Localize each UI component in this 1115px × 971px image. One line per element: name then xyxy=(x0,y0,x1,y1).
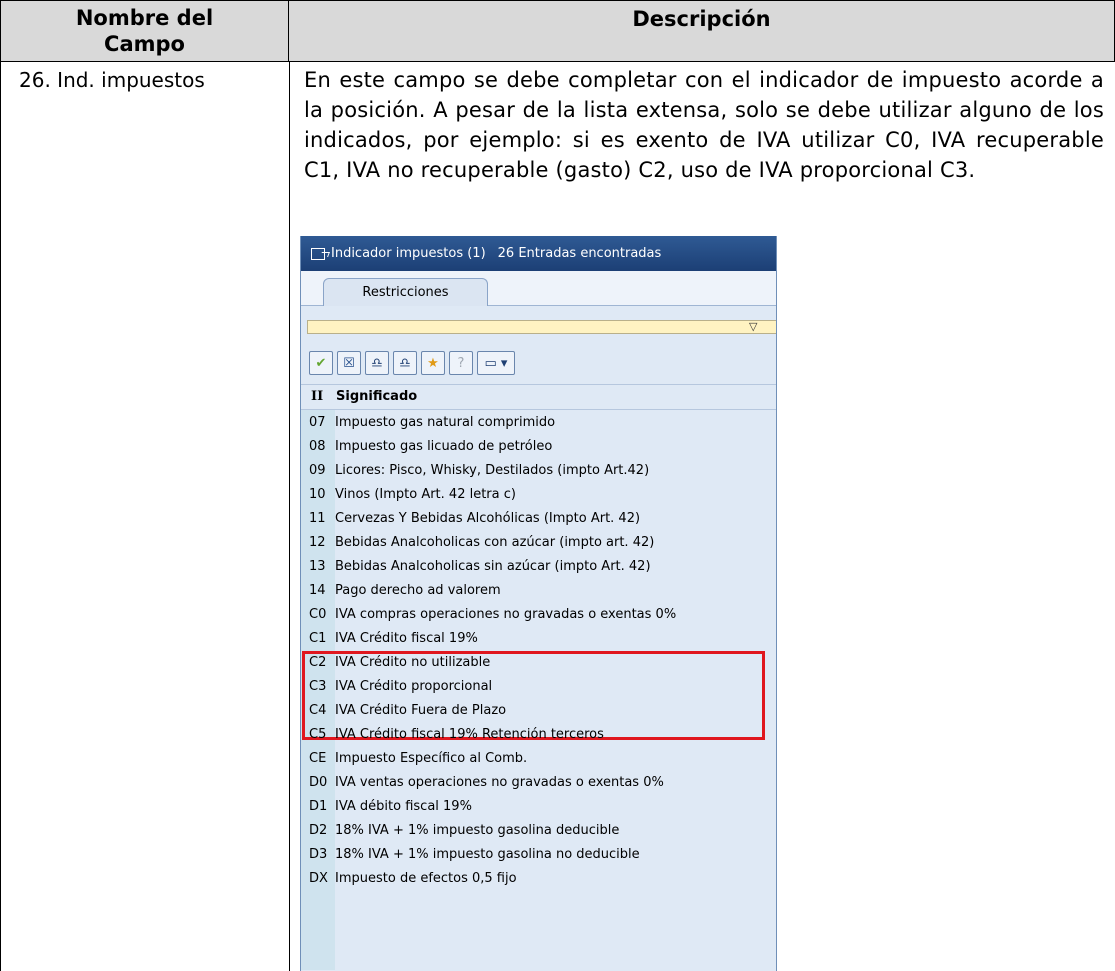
restrictions-collapse-bar[interactable] xyxy=(307,320,776,334)
binoculars-find-icon[interactable]: ♎ xyxy=(365,351,389,375)
list-item-key: C3 xyxy=(309,678,327,694)
list-item[interactable]: C2 IVA Crédito no utilizable xyxy=(301,650,776,674)
list-item[interactable]: CE Impuesto Específico al Comb. xyxy=(301,746,776,770)
search-help-popup: Indicador impuestos (1) 26 Entradas enco… xyxy=(300,236,777,971)
print-icon[interactable]: ▭ ▾ xyxy=(477,351,515,375)
popup-title: Indicador impuestos (1) xyxy=(331,246,486,261)
table-left-border xyxy=(0,62,1,971)
list-item[interactable]: C3 IVA Crédito proporcional xyxy=(301,674,776,698)
list-item[interactable]: C4 IVA Crédito Fuera de Plazo xyxy=(301,698,776,722)
list-item[interactable]: 14 Pago derecho ad valorem xyxy=(301,578,776,602)
list-item-key: C1 xyxy=(309,630,327,646)
list-item-meaning: IVA Crédito fiscal 19% Retención tercero… xyxy=(335,726,604,742)
find-next-icon[interactable]: ♎ xyxy=(393,351,417,375)
tab-restricciones[interactable]: Restricciones xyxy=(323,278,488,306)
list-item-key: D3 xyxy=(309,846,328,862)
list-item-meaning: 18% IVA + 1% impuesto gasolina no deduci… xyxy=(335,846,640,862)
list-item-key: 14 xyxy=(309,582,326,598)
list-item-meaning: Impuesto gas licuado de petróleo xyxy=(335,438,553,454)
list-item[interactable]: D1 IVA débito fiscal 19% xyxy=(301,794,776,818)
check-icon[interactable]: ✔ xyxy=(309,351,333,375)
list-item[interactable]: C1 IVA Crédito fiscal 19% xyxy=(301,626,776,650)
column-header-key[interactable]: II xyxy=(301,389,336,404)
list-item[interactable]: 11 Cervezas Y Bebidas Alcohólicas (Impto … xyxy=(301,506,776,530)
list-item-key: C0 xyxy=(309,606,327,622)
cancel-icon[interactable]: ☒ xyxy=(337,351,361,375)
list-item[interactable]: D3 18% IVA + 1% impuesto gasolina no dedu… xyxy=(301,842,776,866)
list-item[interactable]: 08 Impuesto gas licuado de petróleo xyxy=(301,434,776,458)
list-item[interactable]: DX Impuesto de efectos 0,5 fijo xyxy=(301,866,776,890)
list-item-meaning: Licores: Pisco, Whisky, Destilados (impt… xyxy=(335,462,650,478)
list-item-key: 12 xyxy=(309,534,326,550)
list-item-key: D1 xyxy=(309,798,328,814)
table-column-divider xyxy=(289,62,290,971)
list-item-key: DX xyxy=(309,870,328,886)
list-item-meaning: IVA Crédito no utilizable xyxy=(335,654,491,670)
list-item[interactable]: 10 Vinos (Impto Art. 42 letra c) xyxy=(301,482,776,506)
add-favorite-icon[interactable]: ★ xyxy=(421,351,445,375)
list-item-key: 07 xyxy=(309,414,326,430)
list-item[interactable]: 07 Impuesto gas natural comprimido xyxy=(301,410,776,434)
header-description: Descripción xyxy=(289,0,1115,62)
description-cell: En este campo se debe completar con el i… xyxy=(304,68,1104,182)
list-item[interactable]: 09 Licores: Pisco, Whisky, Destilados (im… xyxy=(301,458,776,482)
list-item-key: C4 xyxy=(309,702,327,718)
list-item-meaning: Vinos (Impto Art. 42 letra c) xyxy=(335,486,516,502)
list-item-meaning: Impuesto Específico al Comb. xyxy=(335,750,528,766)
list-header: II Significado xyxy=(301,384,776,410)
list-item-key: D0 xyxy=(309,774,328,790)
list-item-key: 10 xyxy=(309,486,326,502)
list-item-key: C2 xyxy=(309,654,327,670)
list-item-meaning: Bebidas Analcoholicas con azúcar (impto … xyxy=(335,534,655,550)
list-item-meaning: Impuesto gas natural comprimido xyxy=(335,414,556,430)
results-list: II Significado 07 Impuesto gas natural co… xyxy=(301,384,776,890)
list-item-meaning: Cervezas Y Bebidas Alcohólicas (Impto Ar… xyxy=(335,510,641,526)
list-item-meaning: IVA débito fiscal 19% xyxy=(335,798,472,814)
tab-bar: Restricciones xyxy=(301,271,776,306)
list-item-meaning: IVA Crédito fiscal 19% xyxy=(335,630,478,646)
list-item-meaning: IVA Crédito Fuera de Plazo xyxy=(335,702,507,718)
list-item-meaning: IVA compras operaciones no gravadas o ex… xyxy=(335,606,677,622)
list-item[interactable]: 13 Bebidas Analcoholicas sin azúcar (impt… xyxy=(301,554,776,578)
list-item-key: D2 xyxy=(309,822,328,838)
header-field-name-line2: Campo xyxy=(104,32,185,56)
list-item-key: 08 xyxy=(309,438,326,454)
list-item-key: 11 xyxy=(309,510,326,526)
list-item[interactable]: D2 18% IVA + 1% impuesto gasolina deducib… xyxy=(301,818,776,842)
list-item-meaning: 18% IVA + 1% impuesto gasolina deducible xyxy=(335,822,620,838)
window-icon xyxy=(311,247,325,260)
list-item[interactable]: C5 IVA Crédito fiscal 19% Retención terce… xyxy=(301,722,776,746)
header-field-name-line1: Nombre del xyxy=(75,6,214,30)
list-item-key: 09 xyxy=(309,462,326,478)
list-item-key: 13 xyxy=(309,558,326,574)
list-item-meaning: IVA Crédito proporcional xyxy=(335,678,493,694)
list-item-key: CE xyxy=(309,750,327,766)
list-item-meaning: Impuesto de efectos 0,5 fijo xyxy=(335,870,517,886)
list-item[interactable]: D0 IVA ventas operaciones no gravadas o e… xyxy=(301,770,776,794)
list-item-key: C5 xyxy=(309,726,327,742)
header-field-name: Nombre del Campo xyxy=(0,0,289,62)
popup-titlebar: Indicador impuestos (1) 26 Entradas enco… xyxy=(301,236,776,271)
popup-entries-count: 26 Entradas encontradas xyxy=(497,246,662,261)
list-item[interactable]: C0 IVA compras operaciones no gravadas o … xyxy=(301,602,776,626)
list-item-meaning: Pago derecho ad valorem xyxy=(335,582,501,598)
field-name-cell: 26. Ind. impuestos xyxy=(19,68,205,92)
list-item-meaning: IVA ventas operaciones no gravadas o exe… xyxy=(335,774,664,790)
help-icon[interactable]: ? xyxy=(449,351,473,375)
column-header-meaning[interactable]: Significado xyxy=(336,389,417,404)
list-item[interactable]: 12 Bebidas Analcoholicas con azúcar (impt… xyxy=(301,530,776,554)
list-item-meaning: Bebidas Analcoholicas sin azúcar (impto … xyxy=(335,558,651,574)
popup-toolbar: ✔ ☒ ♎ ♎ ★ ? ▭ ▾ xyxy=(301,344,776,385)
expand-arrow-icon[interactable]: ▽ xyxy=(749,320,757,333)
